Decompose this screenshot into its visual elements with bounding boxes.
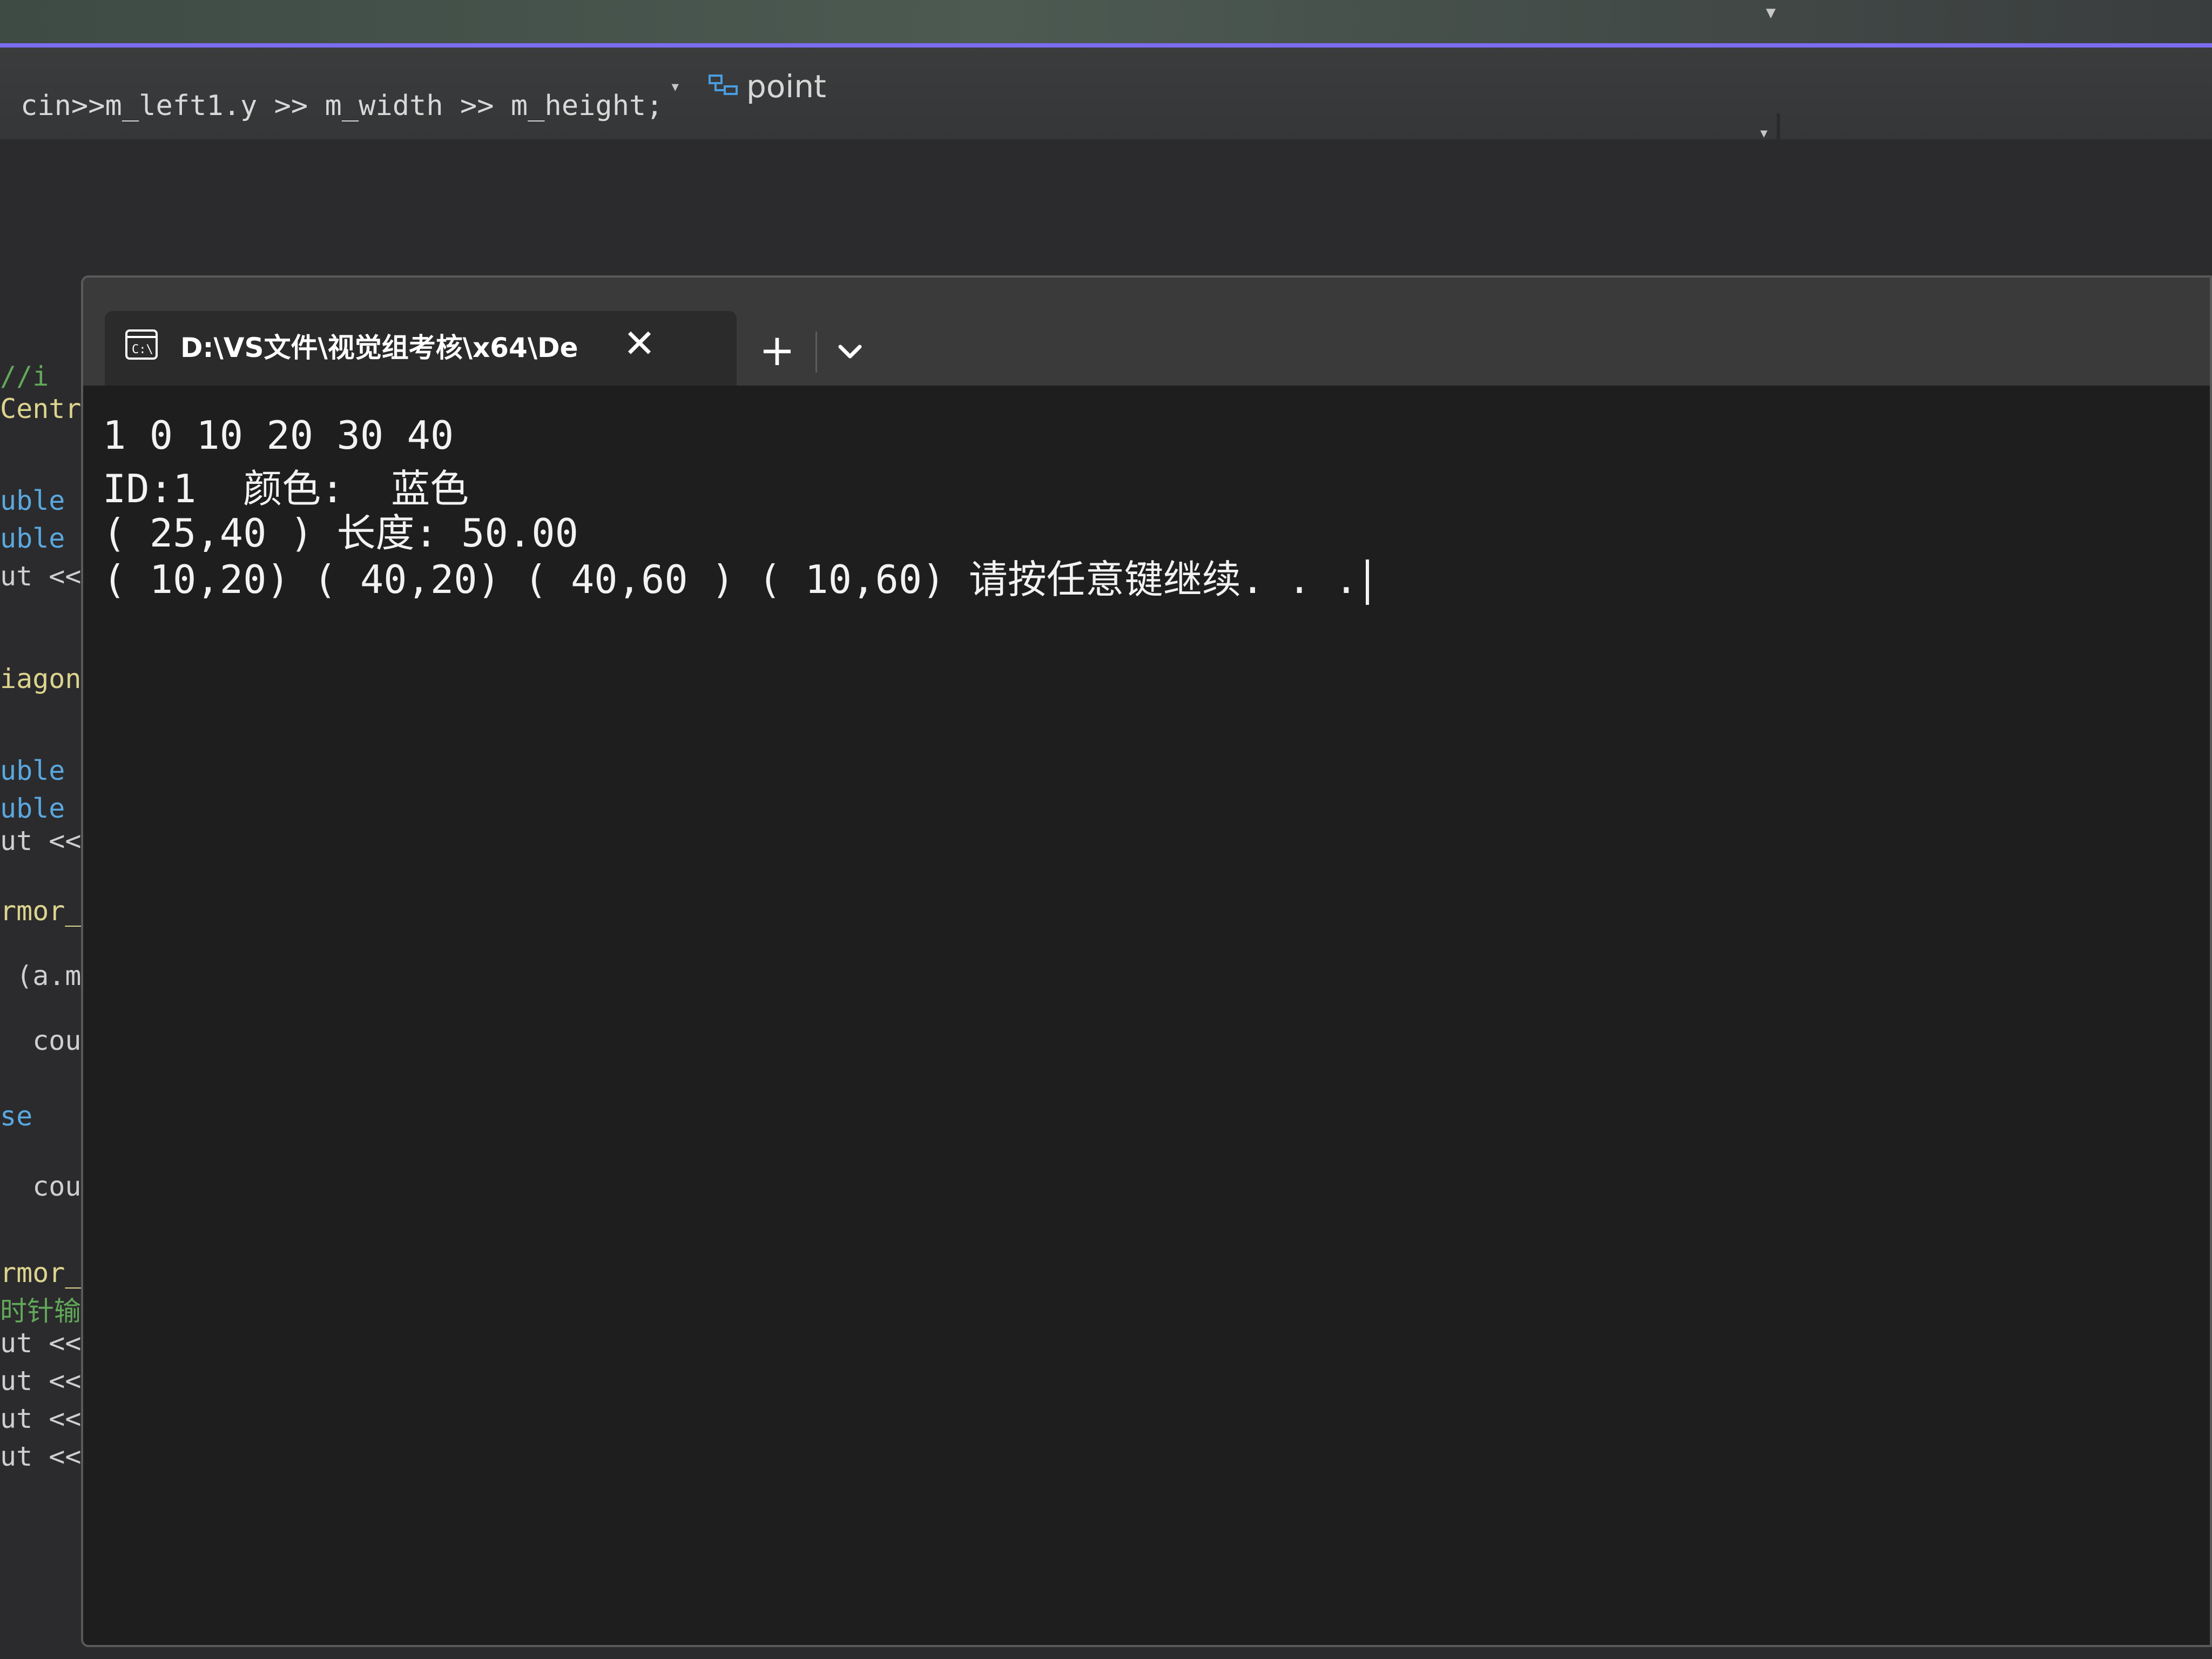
code-fragment: ut << (0, 825, 82, 857)
svg-text:C:\: C:\ (132, 343, 153, 356)
code-fragment: ut << (0, 1441, 82, 1472)
chevron-down-icon[interactable] (823, 325, 877, 379)
tab-separator (815, 332, 817, 373)
code-line: cin>>m_left1.y >> m_width >> m_height; (21, 90, 663, 122)
ide-accent-bar (0, 43, 2212, 48)
console-window: C:\ D:\VS文件\视觉组考核\x64\De ✕ + 1 0 10 20 3… (81, 275, 2212, 1647)
navbar-symbol-label[interactable]: point (746, 68, 826, 105)
output-line: 1 0 10 20 30 40 (103, 413, 454, 458)
tab-title: D:\VS文件\视觉组考核\x64\De (180, 332, 578, 363)
close-icon[interactable]: ✕ (612, 316, 666, 370)
output-line-text: ( 10,20) ( 40,20) ( 40,60 ) ( 10,60) 请按任… (103, 557, 1358, 602)
ide-top-strip (0, 0, 2212, 43)
chevron-down-icon[interactable]: ▾ (670, 76, 680, 97)
output-line: ( 10,20) ( 40,20) ( 40,60 ) ( 10,60) 请按任… (103, 548, 1369, 605)
code-fragment: ut << (0, 1327, 82, 1359)
code-fragment: se (0, 1101, 33, 1132)
new-tab-button[interactable]: + (747, 321, 807, 380)
terminal-icon: C:\ (125, 329, 158, 360)
struct-icon (709, 75, 738, 95)
scroll-arrow-icon[interactable]: ▼ (1766, 3, 1776, 22)
console-title-bar: C:\ D:\VS文件\视觉组考核\x64\De ✕ + (83, 278, 2210, 386)
code-fragment: //i (0, 361, 49, 392)
console-output[interactable]: 1 0 10 20 30 40 ID:1 颜色: 蓝色 ( 25,40 ) 长度… (83, 386, 2210, 1645)
screen: ▼ ▾ point ▾ cin>>m_left1.y >> m_width >>… (0, 0, 2212, 1659)
code-fragment: ut << (0, 561, 82, 592)
console-tab[interactable]: C:\ D:\VS文件\视觉组考核\x64\De ✕ (105, 311, 737, 386)
text-cursor (1365, 559, 1369, 605)
code-fragment: ut << (0, 1403, 82, 1434)
code-fragment: uble (0, 793, 65, 824)
code-fragment: ut << (0, 1365, 82, 1397)
